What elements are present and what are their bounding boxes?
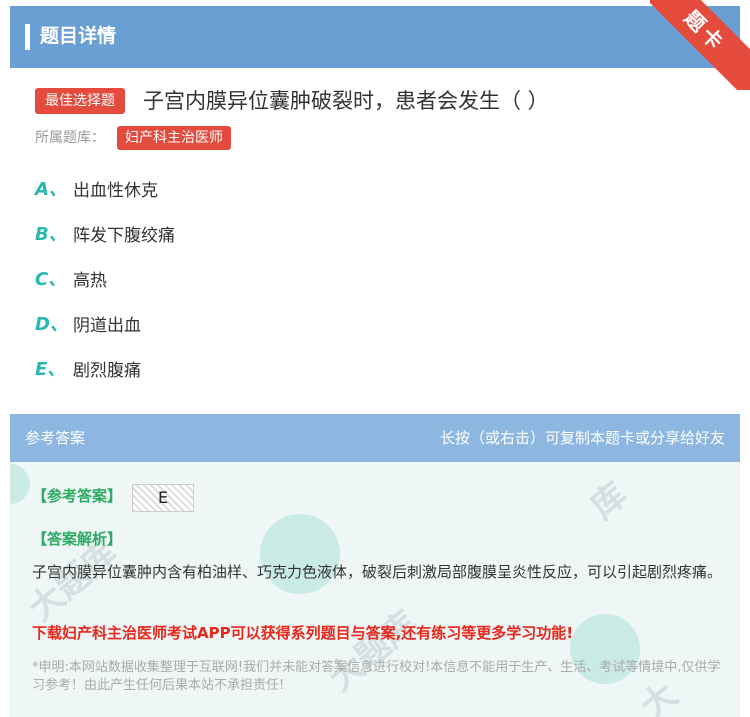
option-d[interactable]: D、 阴道出血 xyxy=(35,308,141,338)
option-e[interactable]: E、 剧烈腹痛 xyxy=(35,353,141,383)
option-letter: A、 xyxy=(35,179,67,200)
analysis-label: 【答案解析】 xyxy=(32,530,123,548)
option-a[interactable]: A、 出血性休克 xyxy=(35,173,158,203)
answer-key-label: 【参考答案】 xyxy=(32,487,123,505)
disclaimer: *申明:本网站数据收集整理于互联网!我们并未能对答案信息进行校对!本信息不能用于… xyxy=(32,660,721,693)
option-c[interactable]: C、 高热 xyxy=(35,263,107,293)
answer-header-title: 参考答案 xyxy=(25,429,86,447)
option-letter: D、 xyxy=(35,314,68,335)
watermark-icon: 库 xyxy=(583,474,636,528)
option-text: 阵发下腹绞痛 xyxy=(73,225,175,246)
bank-label: 所属题库： xyxy=(35,130,105,146)
bank-tag[interactable]: 妇产科主治医师 xyxy=(117,126,231,150)
answer-header: 参考答案 长按（或右击）可复制本题卡或分享给好友 xyxy=(10,414,740,462)
option-text: 高热 xyxy=(73,270,107,291)
download-app-link[interactable]: 下载妇产科主治医师考试APP可以获得系列题目与答案,还有练习等更多学习功能! xyxy=(32,621,573,645)
corner-ribbon: 题卡 xyxy=(650,0,750,90)
card-header: 题目详情 xyxy=(10,6,740,68)
option-letter: B、 xyxy=(35,224,67,245)
option-letter: E、 xyxy=(35,359,66,380)
option-b[interactable]: B、 阵发下腹绞痛 xyxy=(35,218,175,248)
answer-panel: 参考答案 长按（或右击）可复制本题卡或分享给好友 大题库 大题库 库 大 【参考… xyxy=(10,414,740,717)
question-text: 子宫内膜异位囊肿破裂时，患者会发生（ ） xyxy=(143,89,549,113)
analysis-text: 子宫内膜异位囊肿内含有柏油样、巧克力色液体，破裂后刺激局部腹膜呈炎性反应，可以引… xyxy=(32,563,723,581)
answer-key-value: E xyxy=(132,484,194,512)
question-type-tag: 最佳选择题 xyxy=(35,88,125,114)
option-letter: C、 xyxy=(35,269,67,290)
header-accent-bar xyxy=(25,24,30,50)
option-text: 剧烈腹痛 xyxy=(73,360,141,381)
corner-badge: 题卡 xyxy=(650,0,750,90)
option-text: 出血性休克 xyxy=(73,180,158,201)
option-text: 阴道出血 xyxy=(73,315,141,336)
share-hint: 长按（或右击）可复制本题卡或分享给好友 xyxy=(439,429,725,447)
watermark-logo-icon xyxy=(10,464,30,504)
page-title: 题目详情 xyxy=(40,25,117,47)
question-card: 题目详情 最佳选择题 子宫内膜异位囊肿破裂时，患者会发生（ ） 所属题库： 妇产… xyxy=(10,6,740,412)
